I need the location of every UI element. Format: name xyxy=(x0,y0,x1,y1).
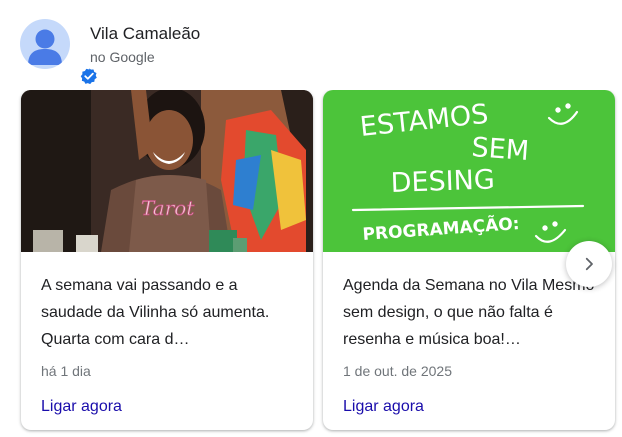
post-card[interactable]: Tarot A semana vai passando e a saudade … xyxy=(21,90,313,430)
post-image-party[interactable]: Tarot xyxy=(21,90,313,252)
post-date: 1 de out. de 2025 xyxy=(343,363,452,379)
image-line-2: SEM xyxy=(471,132,531,167)
image-line-3: DESING xyxy=(390,164,495,199)
business-name[interactable]: Vila Camaleão xyxy=(90,23,310,45)
post-image-schedule[interactable]: ESTAMOS SEM DESING PROGRAMAÇÃO: xyxy=(323,90,615,252)
business-subtitle: no Google xyxy=(90,49,155,65)
image-caption-text: Tarot xyxy=(141,196,195,220)
post-text: A semana vai passando e a saudade da Vil… xyxy=(41,277,270,348)
call-now-link[interactable]: Ligar agora xyxy=(343,397,424,417)
chevron-right-icon xyxy=(585,257,593,271)
avatar[interactable] xyxy=(20,19,70,69)
call-now-link[interactable]: Ligar agora xyxy=(41,397,122,417)
verified-badge-icon xyxy=(79,66,99,86)
post-text: Agenda da Semana no Vila Mesmo sem desig… xyxy=(343,277,595,348)
post-date: há 1 dia xyxy=(41,363,91,379)
business-info: Vila Camaleão no Google xyxy=(90,23,310,67)
posts-carousel: Tarot A semana vai passando e a saudade … xyxy=(0,90,622,437)
next-button[interactable] xyxy=(566,241,612,287)
business-header: Vila Camaleão no Google xyxy=(20,19,200,86)
person-avatar-icon xyxy=(28,29,62,65)
